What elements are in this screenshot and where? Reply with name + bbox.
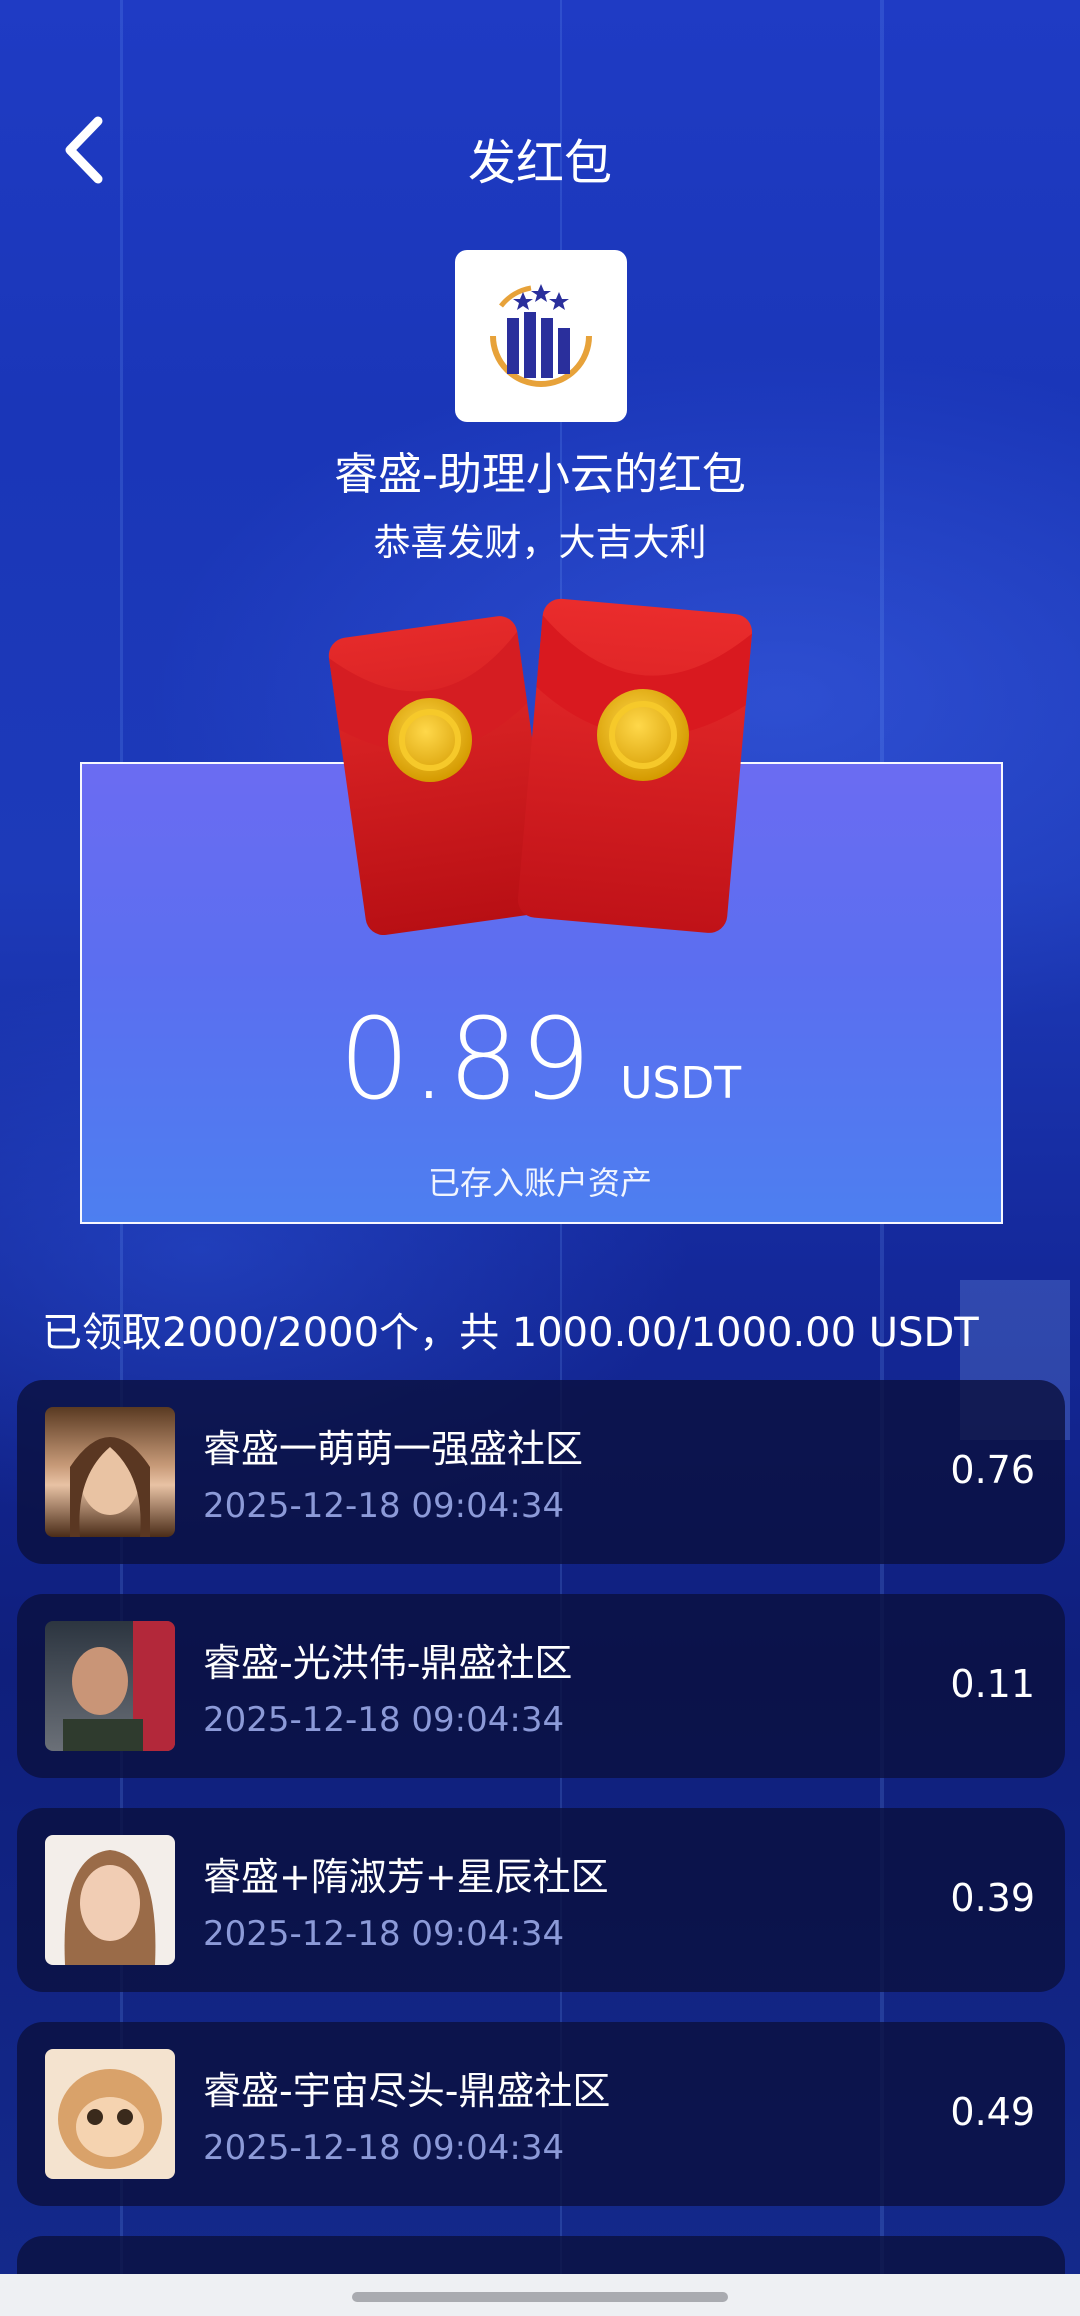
stored-label: 已存入账户资产 <box>427 1164 652 1202</box>
claimer-name: 睿盛-光洪伟-鼎盛社区 <box>203 1641 573 1685</box>
list-item[interactable]: 睿盛+隋淑芳+星辰社区 2025-12-18 09:04:34 0.39 <box>17 1808 1065 1992</box>
avatar <box>45 2049 175 2179</box>
list-item[interactable]: 睿盛-宇宙尽头-鼎盛社区 2025-12-18 09:04:34 0.49 <box>17 2022 1065 2206</box>
avatar <box>45 1835 175 1965</box>
claim-time: 2025-12-18 09:04:34 <box>203 1486 565 1526</box>
logo-graphic <box>490 284 592 387</box>
sender-name: 睿盛-助理小云的红包 <box>334 449 746 500</box>
claim-amount: 0.11 <box>950 1662 1035 1706</box>
claim-time: 2025-12-18 09:04:34 <box>203 1700 565 1740</box>
company-logo <box>455 250 627 422</box>
system-nav-bar <box>0 2274 1080 2316</box>
greeting-text: 恭喜发财，大吉大利 <box>373 521 707 564</box>
page-title: 发红包 <box>467 135 612 191</box>
received-amount: 0.89 <box>338 995 593 1125</box>
claim-amount: 0.76 <box>950 1448 1035 1492</box>
claim-summary: 已领取2000/2000个，共 1000.00/1000.00 USDT <box>42 1310 979 1356</box>
claim-time: 2025-12-18 09:04:34 <box>203 2128 565 2168</box>
list-item[interactable]: 睿盛-光洪伟-鼎盛社区 2025-12-18 09:04:34 0.11 <box>17 1594 1065 1778</box>
claim-amount: 0.39 <box>950 1876 1035 1920</box>
claim-amount: 0.49 <box>950 2090 1035 2134</box>
claimer-name: 睿盛-宇宙尽头-鼎盛社区 <box>203 2069 611 2113</box>
amount-unit: USDT <box>620 1058 742 1109</box>
header: 发红包 <box>0 95 1080 215</box>
claimer-name: 睿盛+隋淑芳+星辰社区 <box>203 1855 609 1899</box>
amount-row: 0.89 USDT <box>0 995 1080 1125</box>
avatar <box>45 1621 175 1751</box>
claim-list: 睿盛一萌萌一强盛社区 2025-12-18 09:04:34 0.76 睿盛-光… <box>17 1380 1065 2276</box>
home-indicator[interactable] <box>352 2292 728 2302</box>
list-item[interactable] <box>17 2236 1065 2276</box>
avatar <box>45 1407 175 1537</box>
claim-time: 2025-12-18 09:04:34 <box>203 1914 565 1954</box>
claimer-name: 睿盛一萌萌一强盛社区 <box>203 1427 584 1471</box>
red-envelope-icon <box>328 598 753 936</box>
list-item[interactable]: 睿盛一萌萌一强盛社区 2025-12-18 09:04:34 0.76 <box>17 1380 1065 1564</box>
